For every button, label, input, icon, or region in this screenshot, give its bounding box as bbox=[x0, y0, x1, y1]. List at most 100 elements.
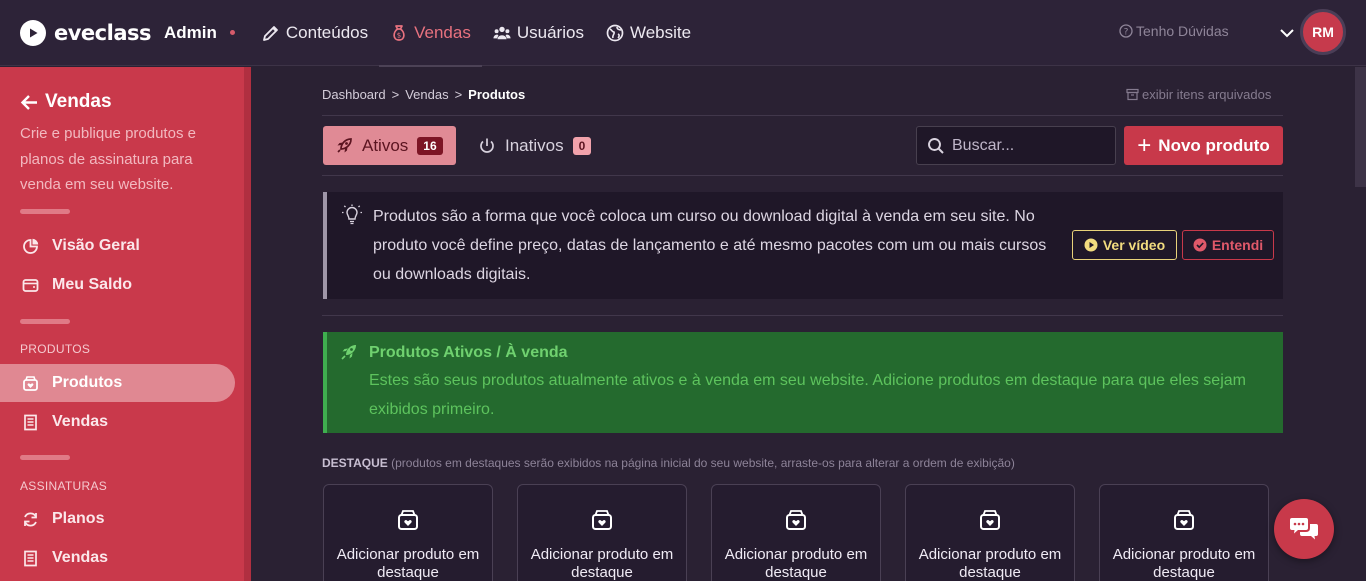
sidebar-item-label: Visão Geral bbox=[52, 237, 140, 254]
nav-item-label: Conteúdos bbox=[285, 22, 369, 42]
check-circle-icon bbox=[1193, 238, 1207, 252]
add-featured-card[interactable]: Adicionar produto em destaque bbox=[905, 484, 1075, 581]
new-product-label: Novo produto bbox=[1158, 135, 1270, 155]
nav-item-vendas[interactable]: $ Vendas bbox=[379, 0, 482, 67]
card-label: Adicionar produto em destaque bbox=[724, 546, 868, 581]
product-box-icon bbox=[23, 375, 38, 391]
sidebar-section-assinaturas: ASSINATURAS bbox=[20, 479, 108, 493]
archive-icon bbox=[1126, 88, 1139, 101]
chat-bubbles-icon bbox=[1290, 518, 1318, 540]
nav-item-label: Usuários bbox=[516, 22, 584, 42]
add-featured-card[interactable]: Adicionar produto em destaque bbox=[1099, 484, 1269, 581]
sidebar-item-planos[interactable]: Planos bbox=[0, 500, 235, 538]
users-icon bbox=[493, 26, 511, 39]
sidebar-title[interactable]: Vendas bbox=[20, 91, 112, 113]
page-scrollbar[interactable] bbox=[1355, 67, 1366, 187]
add-featured-card[interactable]: Adicionar produto em destaque bbox=[323, 484, 493, 581]
product-box-icon bbox=[592, 510, 612, 530]
sidebar-item-meu-saldo[interactable]: Meu Saldo bbox=[0, 266, 235, 304]
sidebar-divider bbox=[20, 455, 70, 460]
breadcrumb-dashboard[interactable]: Dashboard bbox=[322, 87, 386, 102]
nav-item-conteudos[interactable]: Conteúdos bbox=[251, 0, 379, 66]
rocket-icon bbox=[337, 137, 352, 153]
featured-header: DESTAQUE (produtos em destaques serão ex… bbox=[322, 456, 1015, 470]
product-box-icon bbox=[398, 510, 418, 530]
search-icon bbox=[928, 137, 944, 154]
watch-video-button[interactable]: Ver vídeo bbox=[1072, 230, 1177, 260]
sidebar: Vendas Crie e publique produtos e planos… bbox=[0, 67, 244, 581]
show-archived-link[interactable]: exibir itens arquivados bbox=[1126, 87, 1271, 102]
product-box-icon bbox=[786, 510, 806, 530]
search-box bbox=[916, 126, 1116, 165]
question-circle-icon: ? bbox=[1119, 24, 1133, 38]
moneybag-icon: $ bbox=[393, 24, 405, 41]
sidebar-scroll-edge bbox=[244, 67, 251, 581]
success-alert: Produtos Ativos / À venda Estes são seus… bbox=[323, 332, 1283, 433]
sidebar-divider bbox=[20, 209, 70, 214]
nav-item-usuarios[interactable]: Usuários bbox=[482, 0, 595, 66]
arrow-left-icon bbox=[20, 94, 37, 110]
globe-icon bbox=[606, 24, 624, 41]
sidebar-item-vendas[interactable]: Vendas bbox=[0, 403, 235, 441]
sidebar-item-label: Meu Saldo bbox=[52, 276, 133, 293]
add-featured-card[interactable]: Adicionar produto em destaque bbox=[711, 484, 881, 581]
sidebar-item-produtos[interactable]: Produtos bbox=[0, 364, 235, 402]
card-label: Adicionar produto em destaque bbox=[530, 546, 674, 581]
success-text: Estes são seus produtos atualmente ativo… bbox=[369, 372, 1246, 418]
tab-inativos[interactable]: Inativos 0 bbox=[478, 126, 592, 165]
svg-text:$: $ bbox=[397, 31, 401, 39]
info-alert: Produtos são a forma que você coloca um … bbox=[323, 192, 1283, 299]
avatar[interactable]: RM bbox=[1300, 9, 1346, 55]
sidebar-divider bbox=[20, 319, 70, 324]
tab-label: Ativos bbox=[362, 135, 409, 155]
card-label: Adicionar produto em destaque bbox=[1112, 546, 1256, 581]
admin-label: Admin bbox=[164, 22, 217, 42]
chevron-down-icon[interactable] bbox=[1278, 24, 1296, 42]
search-input[interactable] bbox=[952, 136, 1112, 155]
success-title: Produtos Ativos / À venda bbox=[369, 344, 568, 361]
lightbulb-icon bbox=[342, 204, 362, 225]
top-navbar: eveclass Admin Conteúdos $ Vendas Usuári… bbox=[0, 0, 1366, 67]
sidebar-item-label: Produtos bbox=[52, 374, 123, 391]
featured-label: DESTAQUE bbox=[322, 456, 388, 470]
tab-ativos[interactable]: Ativos 16 bbox=[323, 126, 456, 165]
product-box-icon bbox=[1174, 510, 1194, 530]
count-badge: 16 bbox=[417, 136, 443, 155]
info-text: Produtos são a forma que você coloca um … bbox=[373, 208, 1047, 283]
sidebar-item-vendas-assinaturas[interactable]: Vendas bbox=[0, 539, 235, 577]
count-badge: 0 bbox=[572, 136, 592, 155]
help-link[interactable]: ? Tenho Dúvidas bbox=[1119, 23, 1229, 39]
new-product-button[interactable]: + Novo produto bbox=[1124, 126, 1283, 165]
divider bbox=[322, 115, 1283, 116]
add-featured-card[interactable]: Adicionar produto em destaque bbox=[517, 484, 687, 581]
power-icon bbox=[480, 138, 494, 153]
archived-label: exibir itens arquivados bbox=[1142, 87, 1272, 102]
pencil-icon bbox=[262, 25, 278, 41]
divider bbox=[322, 175, 1283, 176]
chat-button[interactable] bbox=[1274, 499, 1334, 559]
card-label: Adicionar produto em destaque bbox=[336, 546, 480, 581]
sidebar-description: Crie e publique produtos e planos de ass… bbox=[20, 125, 196, 193]
logo[interactable]: eveclass bbox=[20, 19, 152, 46]
sidebar-item-visao-geral[interactable]: Visão Geral bbox=[0, 227, 235, 265]
nav-item-website[interactable]: Website bbox=[595, 0, 702, 66]
receipt-icon bbox=[24, 414, 37, 430]
rocket-icon bbox=[341, 345, 356, 360]
tab-label: Inativos bbox=[505, 135, 564, 155]
sidebar-item-label: Planos bbox=[52, 510, 105, 527]
breadcrumb-separator: > bbox=[454, 87, 463, 102]
sidebar-title-label: Vendas bbox=[45, 91, 112, 112]
nav-item-label: Vendas bbox=[414, 22, 471, 42]
sidebar-item-label: Vendas bbox=[52, 413, 109, 430]
help-label: Tenho Dúvidas bbox=[1136, 23, 1229, 39]
dismiss-button[interactable]: Entendi bbox=[1182, 230, 1274, 260]
breadcrumb-separator: > bbox=[391, 87, 400, 102]
sidebar-item-label: Vendas bbox=[52, 549, 109, 566]
nav-item-label: Website bbox=[629, 22, 692, 42]
breadcrumb: Dashboard > Vendas > Produtos bbox=[322, 87, 525, 102]
product-box-icon bbox=[980, 510, 1000, 530]
divider bbox=[322, 315, 1283, 316]
play-logo-icon bbox=[20, 19, 46, 46]
dismiss-label: Entendi bbox=[1211, 237, 1264, 253]
breadcrumb-vendas[interactable]: Vendas bbox=[405, 87, 448, 102]
